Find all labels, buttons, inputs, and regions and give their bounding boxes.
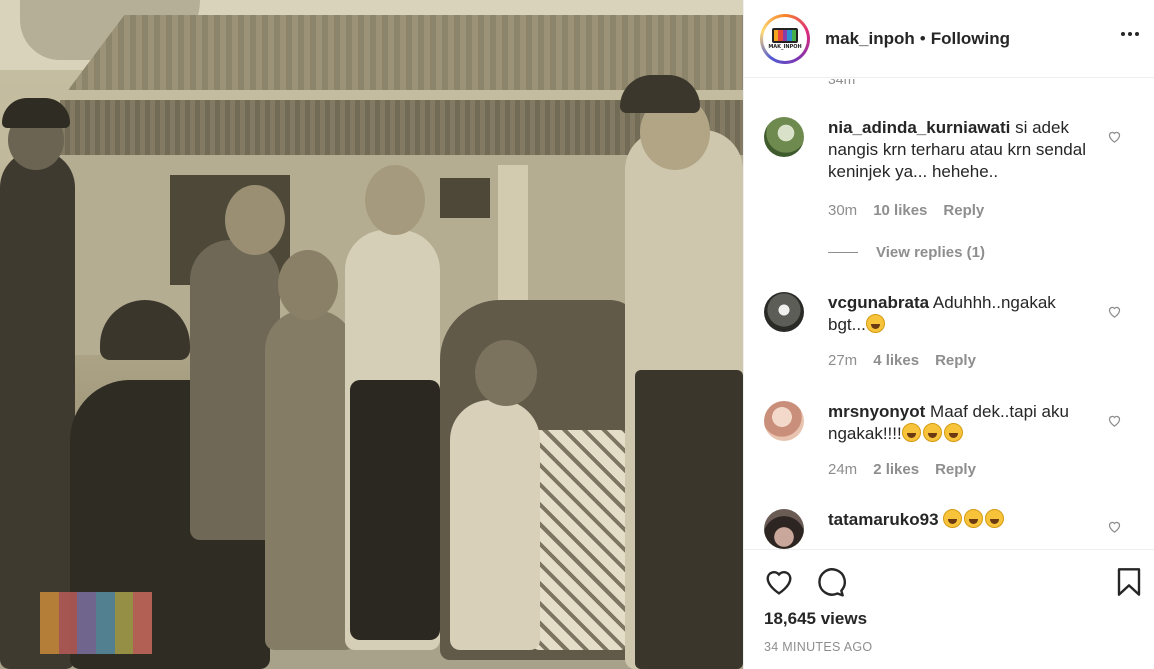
reply-button[interactable]: Reply	[935, 461, 976, 478]
account-username[interactable]: mak_inpoh	[825, 29, 915, 49]
post-actions: 18,645 views 34 MINUTES AGO	[744, 549, 1154, 669]
post-timestamp[interactable]: 34 MINUTES AGO	[764, 640, 872, 654]
person-small-child-head	[475, 340, 537, 406]
comment-item: mrsnyonyot Maaf dek..tapi aku ngakak!!!!…	[764, 401, 1144, 491]
heart-icon[interactable]	[763, 566, 795, 598]
view-replies-line	[828, 252, 858, 253]
account-avatar[interactable]: MAK_INPOH	[760, 13, 810, 64]
account-logo: MAK_INPOH	[763, 16, 807, 61]
laughing-emoji-icon	[865, 314, 885, 333]
comments-list[interactable]: 34m nia_adinda_kurniawati si adek nangis…	[744, 79, 1154, 549]
header-separator: •	[919, 28, 926, 48]
post-sidebar: MAK_INPOH mak_inpoh • Following 34m nia_…	[743, 0, 1154, 669]
logo-bars-icon	[772, 27, 798, 43]
comment-username[interactable]: nia_adinda_kurniawati	[828, 118, 1010, 137]
comment-heart-icon[interactable]	[1107, 129, 1122, 144]
person-left-guard-cap	[2, 98, 70, 128]
comment-heart-icon[interactable]	[1107, 304, 1122, 319]
comment-meta: 30m 10 likes Reply	[828, 202, 984, 219]
reply-button[interactable]: Reply	[935, 352, 976, 369]
comment-likes[interactable]: 2 likes	[873, 461, 919, 478]
rofl-emoji-icon	[943, 509, 963, 528]
previous-comment-time: 34m	[828, 79, 856, 87]
logo-text: MAK_INPOH	[768, 43, 802, 50]
following-button[interactable]: Following	[931, 29, 1010, 49]
commenter-avatar[interactable]	[764, 117, 804, 157]
comment-icon[interactable]	[814, 566, 846, 598]
person-small-child	[450, 400, 540, 650]
image-window	[440, 178, 490, 218]
comment-username[interactable]: tatamaruko93	[828, 510, 939, 529]
comment-time[interactable]: 30m	[828, 202, 857, 219]
comment-username[interactable]: vcgunabrata	[828, 293, 929, 312]
comment-heart-icon[interactable]	[1107, 413, 1122, 428]
more-options-icon[interactable]	[1115, 24, 1145, 44]
person-girl-head	[278, 250, 338, 320]
comment-username[interactable]: mrsnyonyot	[828, 402, 925, 421]
rofl-emoji-icon	[922, 423, 942, 442]
comment-heart-icon[interactable]	[1107, 519, 1122, 534]
comment-time[interactable]: 27m	[828, 352, 857, 369]
person-patterned-pants	[530, 430, 630, 650]
view-count[interactable]: 18,645 views	[764, 609, 867, 629]
rofl-emoji-icon	[964, 509, 984, 528]
comment-body: mrsnyonyot Maaf dek..tapi aku ngakak!!!!	[828, 401, 1098, 445]
person-boy-head	[225, 185, 285, 255]
post-image[interactable]	[0, 0, 743, 669]
comment-body: nia_adinda_kurniawati si adek nangis krn…	[828, 117, 1098, 183]
view-replies-label: View replies (1)	[876, 244, 985, 261]
commenter-avatar[interactable]	[764, 292, 804, 332]
bookmark-icon[interactable]	[1113, 566, 1145, 598]
comment-body: tatamaruko93	[828, 509, 1098, 531]
comment-item: tatamaruko93	[764, 509, 1144, 549]
person-girl	[265, 310, 355, 650]
rofl-emoji-icon	[943, 423, 963, 442]
person-police-trousers	[635, 370, 743, 669]
reply-button[interactable]: Reply	[943, 202, 984, 219]
comment-meta: 24m 2 likes Reply	[828, 461, 976, 478]
person-woman-head	[365, 165, 425, 235]
person-woman-trousers	[350, 380, 440, 640]
post-header: MAK_INPOH mak_inpoh • Following	[744, 0, 1154, 78]
view-replies-button[interactable]: View replies (1)	[828, 244, 985, 261]
comment-body: vcgunabrata Aduhhh..ngakak bgt...	[828, 292, 1098, 336]
comment-likes[interactable]: 10 likes	[873, 202, 927, 219]
rofl-emoji-icon	[901, 423, 921, 442]
comment-likes[interactable]: 4 likes	[873, 352, 919, 369]
commenter-avatar[interactable]	[764, 509, 804, 549]
commenter-avatar[interactable]	[764, 401, 804, 441]
comment-time[interactable]: 24m	[828, 461, 857, 478]
comment-meta: 27m 4 likes Reply	[828, 352, 976, 369]
video-watermark	[40, 592, 153, 654]
comment-item: vcgunabrata Aduhhh..ngakak bgt... 27m 4 …	[764, 292, 1144, 382]
rofl-emoji-icon	[985, 509, 1005, 528]
